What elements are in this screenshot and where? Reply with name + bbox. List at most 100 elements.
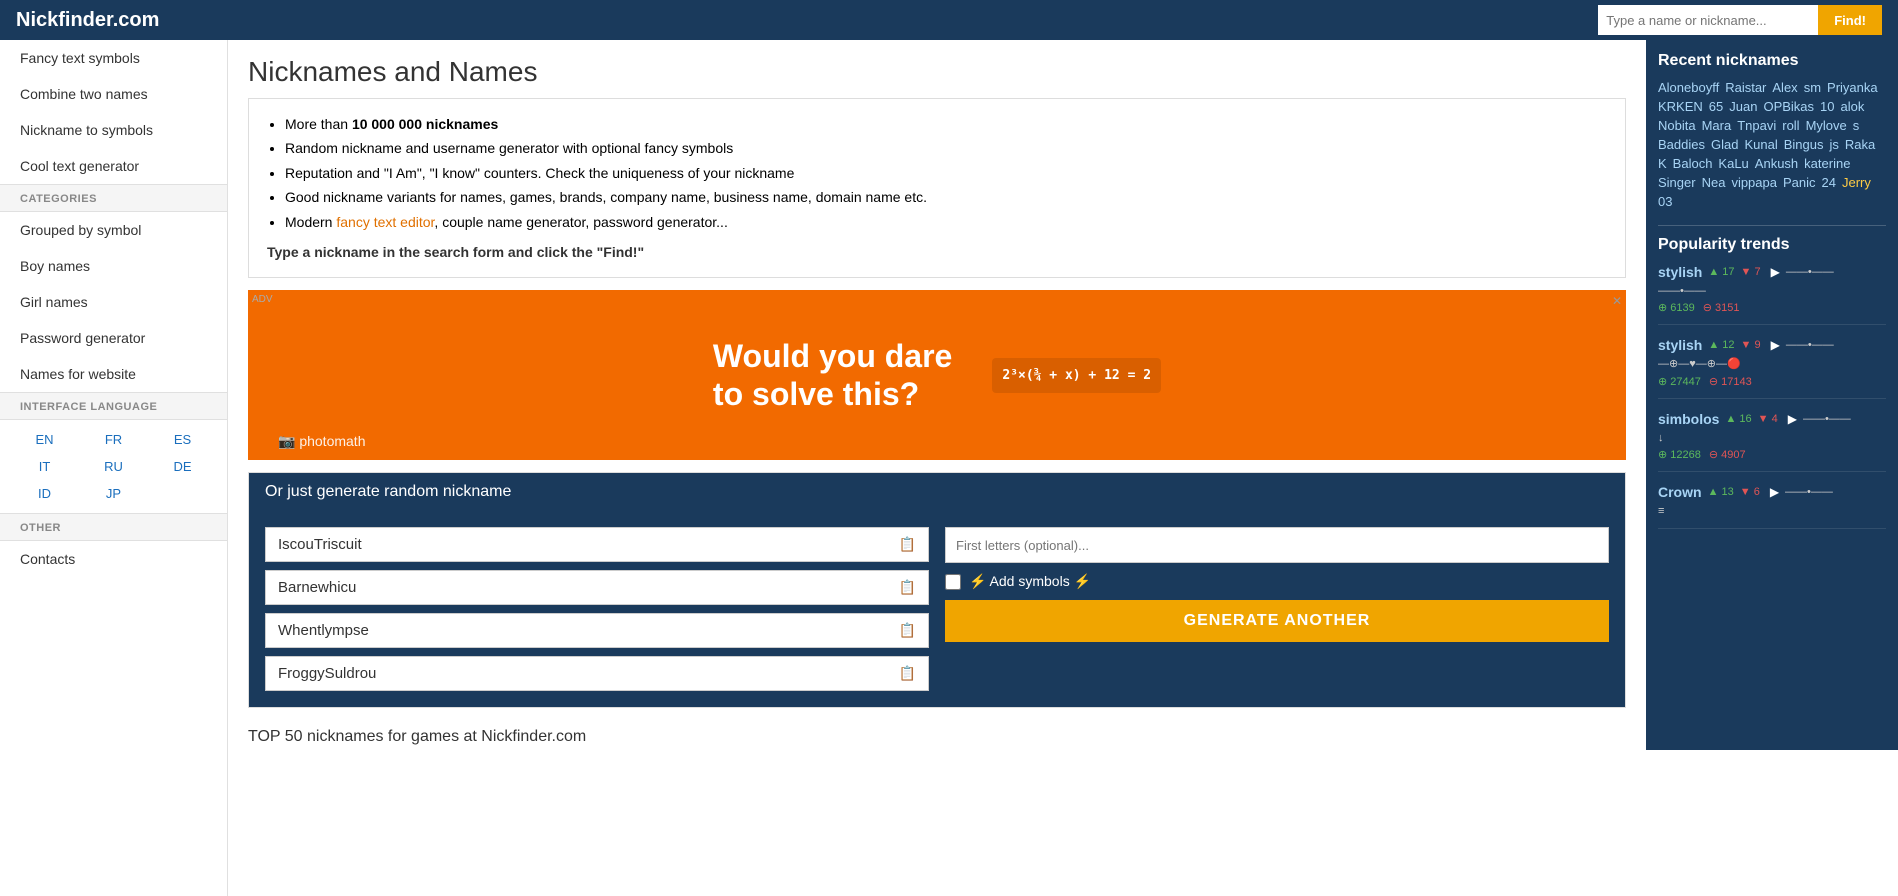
recent-link-8[interactable]: OPBikas [1763,99,1814,114]
recent-link-24[interactable]: Baloch [1673,156,1713,171]
info-box: More than 10 000 000 nicknames Random ni… [248,98,1626,278]
generate-button[interactable]: GENERATE ANOTHER [945,600,1609,642]
trend-down-0: ▼ 7 [1741,266,1761,278]
sidebar-item-boy-names[interactable]: Boy names [0,248,227,284]
trend-name-1[interactable]: stylish [1658,337,1702,353]
recent-link-32[interactable]: 24 [1822,175,1836,190]
trend-name-3[interactable]: Crown [1658,484,1702,500]
copy-icon-1[interactable]: 📋 [899,579,916,596]
recent-link-12[interactable]: Mara [1702,118,1732,133]
recent-links-container: Aloneboyff Raistar Alexsm Priyanka KRKEN 65 Ju… [1658,80,1886,209]
trend-count-2: ——•—— [1803,413,1851,425]
search-input[interactable] [1598,5,1818,35]
trend-up-0: ▲ 17 [1708,266,1734,278]
trends-title: Popularity trends [1658,225,1886,254]
recent-link-34[interactable]: 03 [1658,194,1672,209]
lang-de[interactable]: DE [150,455,215,478]
recent-link-21[interactable]: js [1829,137,1838,152]
generator-right: ⚡ Add symbols ⚡ GENERATE ANOTHER [929,527,1609,691]
info-item-2: Random nickname and username generator w… [285,137,1607,159]
trend-play-0[interactable]: ▶ [1771,265,1780,279]
recent-link-31[interactable]: Panic [1783,175,1816,190]
page-layout: Fancy text symbolsCombine two namesNickn… [0,40,1898,896]
ad-label: ADV [252,294,273,305]
recent-link-29[interactable]: Nea [1702,175,1726,190]
trend-play-3[interactable]: ▶ [1770,485,1779,499]
sidebar-item-names-website[interactable]: Names for website [0,356,227,392]
sidebar-main-links: Fancy text symbolsCombine two namesNickn… [0,40,227,184]
sidebar-item-password-gen[interactable]: Password generator [0,320,227,356]
sidebar-item-nick-to-symbols[interactable]: Nickname to symbols [0,112,227,148]
sidebar-item-combine-names[interactable]: Combine two names [0,76,227,112]
ad-text: Would you dareto solve this? [713,337,952,414]
sidebar-item-cool-text[interactable]: Cool text generator [0,148,227,184]
recent-link-13[interactable]: Tnpavi [1737,118,1776,133]
recent-link-4[interactable]: Priyanka [1827,80,1878,95]
trend-text-1: —⊕—♥—⊕—🔴 [1658,357,1886,371]
copy-icon-3[interactable]: 📋 [899,665,916,682]
recent-link-9[interactable]: 10 [1820,99,1834,114]
recent-link-3[interactable]: sm [1804,80,1821,95]
add-symbols-checkbox[interactable] [945,574,961,590]
nickname-item-1: Barnewhicu📋 [265,570,929,605]
recent-link-14[interactable]: roll [1782,118,1799,133]
recent-link-2[interactable]: Alex [1772,80,1797,95]
nickname-item-3: FroggySuldrou 📋 [265,656,929,691]
recent-link-30[interactable]: vippapa [1731,175,1777,190]
lang-en[interactable]: EN [12,428,77,451]
recent-link-10[interactable]: alok [1841,99,1865,114]
find-button[interactable]: Find! [1818,5,1882,35]
lang-it[interactable]: IT [12,455,77,478]
trend-name-0[interactable]: stylish [1658,264,1702,280]
trend-name-2[interactable]: simbolos [1658,411,1719,427]
site-logo[interactable]: Nickfinder.com [16,9,159,32]
nickname-text-3: FroggySuldrou [278,665,376,682]
recent-link-15[interactable]: Mylove [1806,118,1847,133]
trend-item-2: simbolos ▲ 16 ▼ 4 ▶ ——•—— ↓ ⊕ 12268 ⊖ 49… [1658,411,1886,472]
lang-jp[interactable]: JP [81,482,146,505]
trend-up-1: ▲ 12 [1708,339,1734,351]
recent-link-27[interactable]: katerine [1804,156,1850,171]
recent-link-22[interactable]: Raka [1845,137,1875,152]
recent-link-6[interactable]: 65 [1709,99,1723,114]
lang-es[interactable]: ES [150,428,215,451]
first-letters-input[interactable] [945,527,1609,563]
trend-play-2[interactable]: ▶ [1788,412,1797,426]
recent-link-18[interactable]: Glad [1711,137,1738,152]
recent-link-7[interactable]: Juan [1729,99,1757,114]
trend-item-3: Crown ▲ 13 ▼ 6 ▶ ——•—— ≡ [1658,484,1886,529]
lang-id[interactable]: ID [12,482,77,505]
trend-play-1[interactable]: ▶ [1771,338,1780,352]
sidebar-item-grouped-symbol[interactable]: Grouped by symbol [0,212,227,248]
ad-close-button[interactable]: ✕ [1612,294,1622,308]
recent-link-20[interactable]: Bingus [1784,137,1824,152]
trend-item-1: stylish ▲ 12 ▼ 9 ▶ ——•—— —⊕—♥—⊕—🔴 ⊕ 2744… [1658,337,1886,398]
trend-pos-0: ⊕ 6139 [1658,301,1695,314]
recent-link-5[interactable]: KRKEN [1658,99,1703,114]
lang-ru[interactable]: RU [81,455,146,478]
recent-link-16[interactable]: s [1853,118,1860,133]
copy-icon-2[interactable]: 📋 [899,622,916,639]
recent-link-33[interactable]: Jerry [1842,175,1871,190]
recent-link-0[interactable]: Aloneboyff [1658,80,1719,95]
recent-link-23[interactable]: K [1658,156,1667,171]
sidebar-item-contacts[interactable]: Contacts [0,541,227,577]
recent-link-11[interactable]: Nobita [1658,118,1696,133]
sidebar-item-girl-names[interactable]: Girl names [0,284,227,320]
lang-fr[interactable]: FR [81,428,146,451]
sidebar-item-fancy-text[interactable]: Fancy text symbols [0,40,227,76]
other-header: OTHER [0,513,227,541]
ad-brand: 📷 photomath [278,433,365,450]
copy-icon-0[interactable]: 📋 [899,536,916,553]
nickname-list: IscouTriscuit📋Barnewhicu📋Whentlympse📋Fro… [265,527,929,691]
recent-link-25[interactable]: KaLu [1718,156,1748,171]
recent-link-1[interactable]: Raistar [1725,80,1766,95]
trend-text-2: ↓ [1658,431,1886,445]
recent-link-19[interactable]: Kunal [1744,137,1777,152]
trend-count-3: ——•—— [1785,486,1833,498]
recent-link-26[interactable]: Ankush [1755,156,1798,171]
recent-link-17[interactable]: Baddies [1658,137,1705,152]
info-item-3: Reputation and "I Am", "I know" counters… [285,162,1607,184]
recent-link-28[interactable]: Singer [1658,175,1696,190]
fancy-text-link[interactable]: fancy text editor [336,214,434,230]
